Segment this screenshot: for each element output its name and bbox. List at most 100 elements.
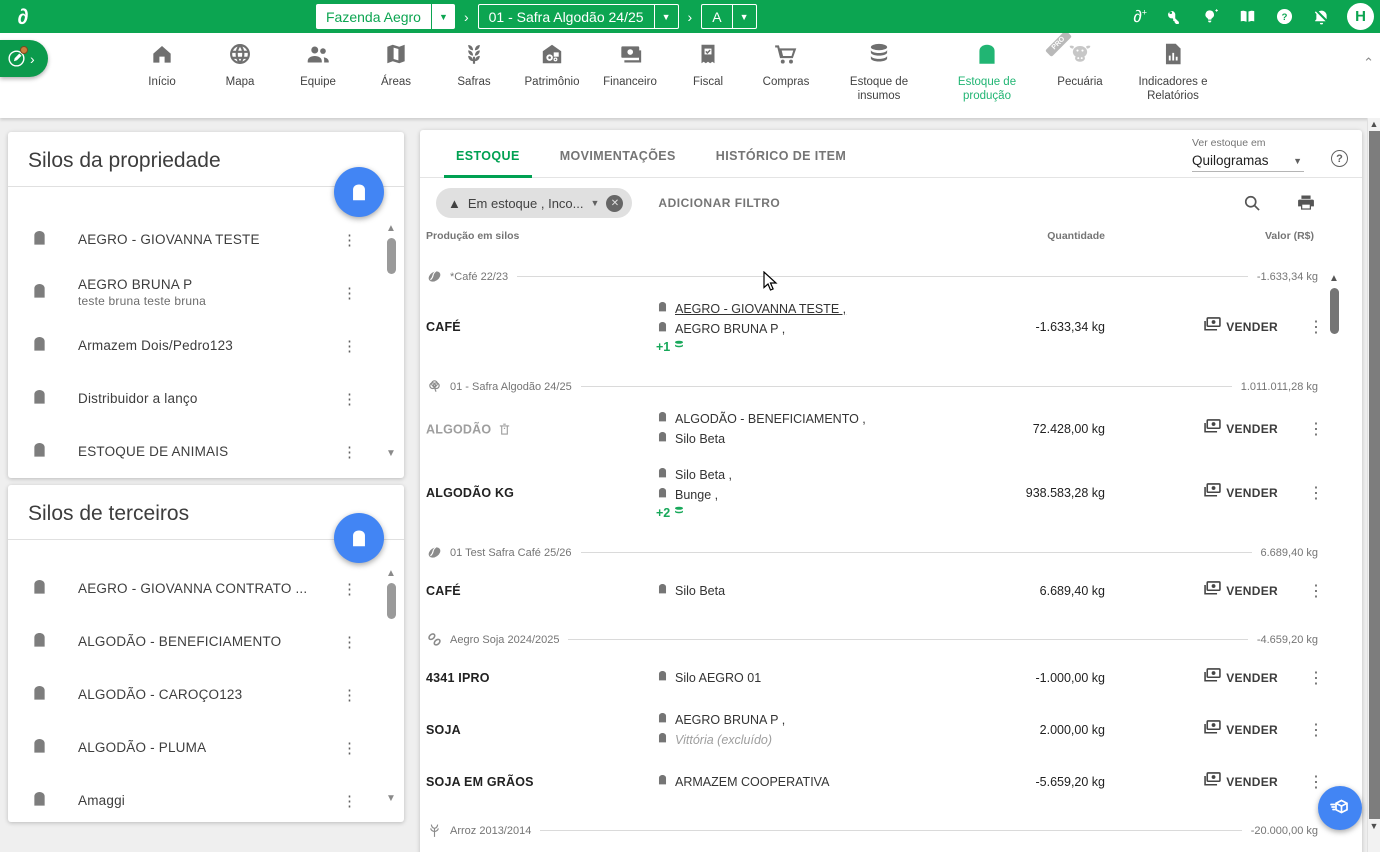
add-silo-button[interactable] [334,167,384,217]
nav-item-equipe[interactable]: Equipe [290,41,346,104]
sell-button[interactable]: VENDER [1202,717,1278,743]
nav-item-patrimonio[interactable]: Patrimônio [524,41,580,104]
silo-link[interactable]: Silo Beta [675,429,725,449]
help-icon[interactable]: ? [1331,150,1348,167]
more-options-icon[interactable]: ⋮ [342,686,356,704]
chevron-down-icon[interactable]: ▼ [732,5,756,28]
more-options-icon[interactable]: ⋮ [1308,772,1322,792]
stock-scrollbar[interactable]: ▲ [1328,274,1340,338]
scroll-thumb[interactable] [387,583,396,619]
aegro-referral-icon[interactable]: ∂+ [1133,7,1147,27]
scroll-thumb[interactable] [1330,288,1339,334]
silo-list-item[interactable]: ESTOQUE DE ANIMAIS⋮ [8,425,404,478]
sell-button[interactable]: VENDER [1202,665,1278,691]
nav-item-inicio[interactable]: Início [134,41,190,104]
add-silo-button[interactable] [334,513,384,563]
nav-item-indicadores[interactable]: Indicadores e Relatórios [1130,41,1216,104]
scroll-up-icon[interactable]: ▲ [385,224,397,234]
nav-item-safras[interactable]: Safras [446,41,502,104]
more-options-icon[interactable]: ⋮ [1308,317,1322,337]
scroll-up-icon[interactable]: ▲ [385,569,397,579]
silo-link[interactable]: AEGRO - GIOVANNA TESTE , [675,299,846,319]
more-options-icon[interactable]: ⋮ [342,633,356,651]
silo-link[interactable]: Vittória (excluído) [675,730,772,750]
print-icon[interactable] [1296,193,1316,213]
scroll-up-icon[interactable]: ▲ [1368,118,1380,130]
silo-link[interactable]: Silo Beta , [675,465,732,485]
bell-off-icon[interactable] [1310,6,1332,28]
silo-link[interactable]: Bunge , [675,485,718,505]
silo-list-item[interactable]: AEGRO - GIOVANNA TESTE⋮ [8,213,404,266]
more-options-icon[interactable]: ⋮ [1308,720,1322,740]
scroll-thumb[interactable] [387,238,396,274]
silo-list-item[interactable]: AEGRO - GIOVANNA CONTRATO ...⋮ [8,562,404,615]
more-options-icon[interactable]: ⋮ [342,337,356,355]
silo-link[interactable]: ARMAZEM COOPERATIVA [675,772,829,792]
sell-button[interactable]: VENDER [1202,480,1278,506]
silo-list-item[interactable]: AEGRO BRUNA Pteste bruna teste bruna⋮ [8,266,404,319]
sell-button[interactable]: VENDER [1202,314,1278,340]
silo-list-item[interactable]: Distribuidor a lanço⋮ [8,372,404,425]
tab-movimentacoes[interactable]: MOVIMENTAÇÕES [540,149,696,177]
own-silos-scrollbar[interactable]: ▲ [385,224,397,278]
more-options-icon[interactable]: ⋮ [342,231,356,249]
more-silos-link[interactable]: +1 [656,339,1100,354]
farm-selector[interactable]: Fazenda Aegro ▼ [316,4,455,29]
more-options-icon[interactable]: ⋮ [1308,483,1322,503]
clear-filter-icon[interactable]: ✕ [606,195,623,212]
more-options-icon[interactable]: ⋮ [1308,419,1322,439]
more-options-icon[interactable]: ⋮ [1308,581,1322,601]
scroll-down-icon[interactable]: ▼ [385,449,397,459]
unit-selector[interactable]: Ver estoque em Quilogramas ▼ [1192,137,1304,172]
drawer-toggle[interactable]: › [0,40,48,77]
plot-selector[interactable]: A ▼ [701,4,756,29]
silo-link[interactable]: AEGRO BRUNA P , [675,710,785,730]
nav-item-pecuaria[interactable]: PROPecuária [1052,41,1108,104]
more-options-icon[interactable]: ⋮ [342,739,356,757]
nav-item-estoque-producao[interactable]: Estoque de produção [944,41,1030,104]
silo-link[interactable]: ALGODÃO - BENEFICIAMENTO , [675,409,866,429]
nav-item-compras[interactable]: Compras [758,41,814,104]
tab-historico-de-item[interactable]: HISTÓRICO DE ITEM [696,149,866,177]
scroll-thumb[interactable] [1369,131,1380,819]
nav-item-estoque-insumos[interactable]: Estoque de insumos [836,41,922,104]
more-options-icon[interactable]: ⋮ [342,580,356,598]
avatar[interactable]: H [1347,3,1374,30]
key-icon[interactable] [1162,6,1184,28]
chevron-down-icon[interactable]: ▼ [654,5,678,28]
nav-item-financeiro[interactable]: Financeiro [602,41,658,104]
more-options-icon[interactable]: ⋮ [342,284,356,302]
more-options-icon[interactable]: ⋮ [342,390,356,408]
nav-item-mapa[interactable]: Mapa [212,41,268,104]
scroll-up-icon[interactable]: ▲ [1328,274,1340,284]
silo-link[interactable]: Silo Beta [675,581,725,601]
silo-list-item[interactable]: ALGODÃO - PLUMA⋮ [8,721,404,774]
third-party-silos-scrollbar[interactable]: ▲ [385,569,397,623]
tab-estoque[interactable]: ESTOQUE [436,149,540,177]
silo-list-item[interactable]: ALGODÃO - BENEFICIAMENTO⋮ [8,615,404,668]
chevron-down-icon[interactable]: ▼ [431,4,455,29]
filter-chip[interactable]: ▲︎ Em estoque , Inco... ▼ ✕ [436,188,632,218]
silo-list-item[interactable]: Armazem Dois/Pedro123⋮ [8,319,404,372]
collapse-nav-icon[interactable]: ⌃ [1363,55,1374,71]
scroll-down-icon[interactable]: ▼ [385,794,397,804]
harvest-selector[interactable]: 01 - Safra Algodão 24/25 ▼ [478,4,679,29]
lightbulb-icon[interactable] [1199,6,1221,28]
silo-link[interactable]: Silo AEGRO 01 [675,668,761,688]
page-scrollbar[interactable]: ▲ ▼ [1367,118,1380,852]
nav-item-areas[interactable]: Áreas [368,41,424,104]
sell-button[interactable]: VENDER [1202,769,1278,795]
more-options-icon[interactable]: ⋮ [342,792,356,810]
more-options-icon[interactable]: ⋮ [1308,668,1322,688]
sell-button[interactable]: VENDER [1202,416,1278,442]
more-options-icon[interactable]: ⋮ [342,443,356,461]
scroll-down-icon[interactable]: ▼ [1368,820,1380,832]
nav-item-fiscal[interactable]: Fiscal [680,41,736,104]
aegro-logo-icon[interactable]: ∂ [0,2,46,32]
silo-list-item[interactable]: Amaggi⋮ [8,774,404,827]
sell-button[interactable]: VENDER [1202,578,1278,604]
book-icon[interactable] [1236,6,1258,28]
silo-link[interactable]: AEGRO BRUNA P , [675,319,785,339]
help-icon[interactable]: ? [1273,6,1295,28]
more-silos-link[interactable]: +2 [656,505,1100,520]
